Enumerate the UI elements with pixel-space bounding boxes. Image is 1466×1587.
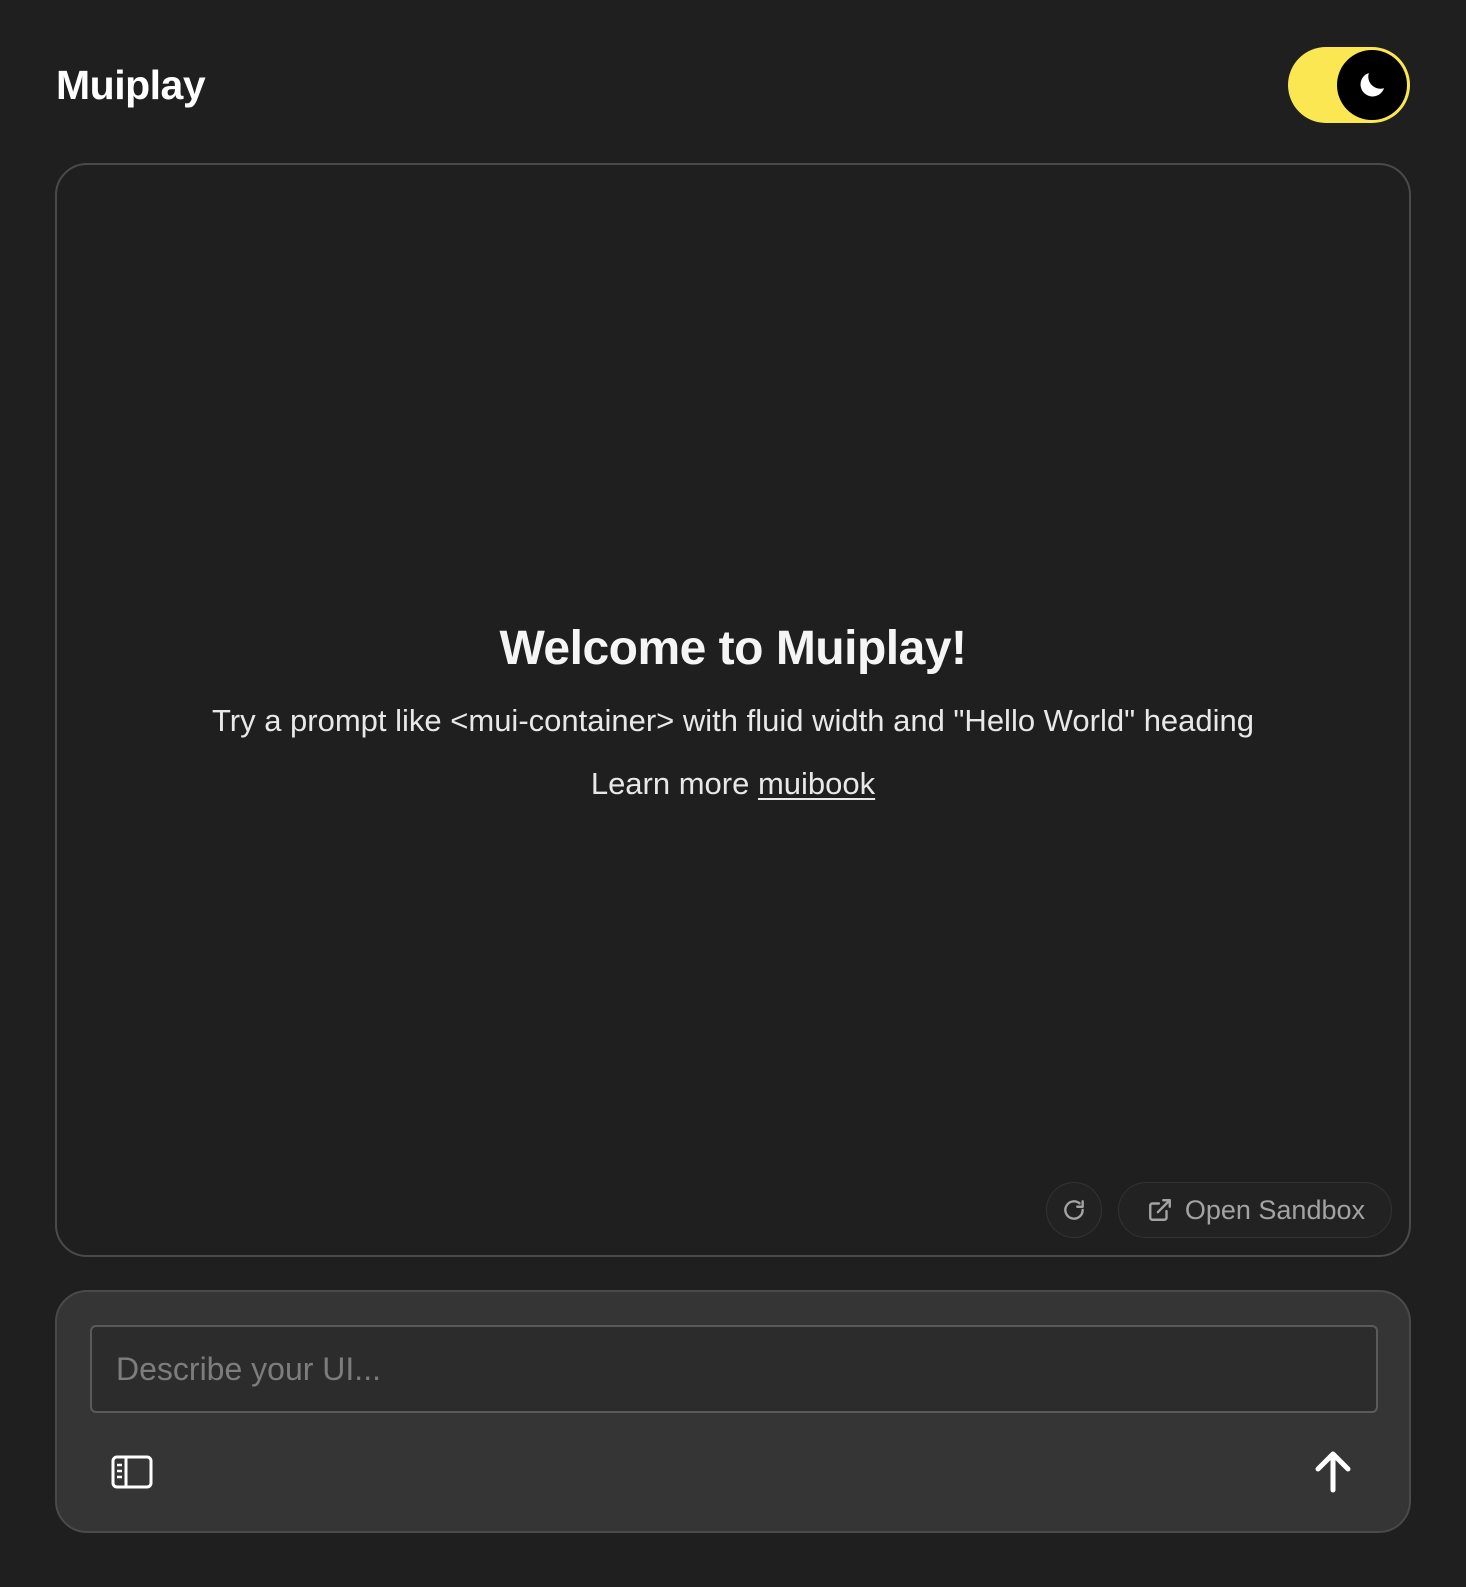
open-sandbox-button[interactable]: Open Sandbox [1117,1182,1392,1238]
theme-toggle[interactable] [1288,47,1410,123]
toggle-knob [1337,50,1407,120]
prompt-input[interactable] [90,1325,1378,1413]
preview-panel: Welcome to Muiplay! Try a prompt like <m… [55,163,1411,1257]
app-root: Muiplay Welcome to Muiplay! Try a prompt… [0,0,1466,1587]
learn-more-label: Learn more [590,765,758,801]
muibook-link[interactable]: muibook [758,766,875,801]
sidebar-toggle-button[interactable] [109,1452,155,1492]
send-button[interactable] [1309,1446,1357,1498]
prompt-hint: Try a prompt like <mui-container> with f… [211,702,1255,738]
moon-icon [1360,72,1385,97]
arrow-up-icon [1315,1451,1351,1493]
learn-more: Learn more muibook [57,765,1409,802]
welcome-title: Welcome to Muiplay! [499,622,967,675]
refresh-icon [1064,1200,1084,1220]
external-link-icon [1148,1199,1171,1221]
refresh-button[interactable] [1045,1182,1102,1238]
prompt-composer [55,1290,1411,1533]
app-title: Muiplay [56,61,206,108]
welcome-block: Welcome to Muiplay! Try a prompt like <m… [57,620,1409,802]
sidebar-icon [111,1455,153,1489]
open-sandbox-label: Open Sandbox [1184,1194,1365,1225]
header: Muiplay [56,44,1410,126]
preview-actions: Open Sandbox [1045,1182,1392,1238]
